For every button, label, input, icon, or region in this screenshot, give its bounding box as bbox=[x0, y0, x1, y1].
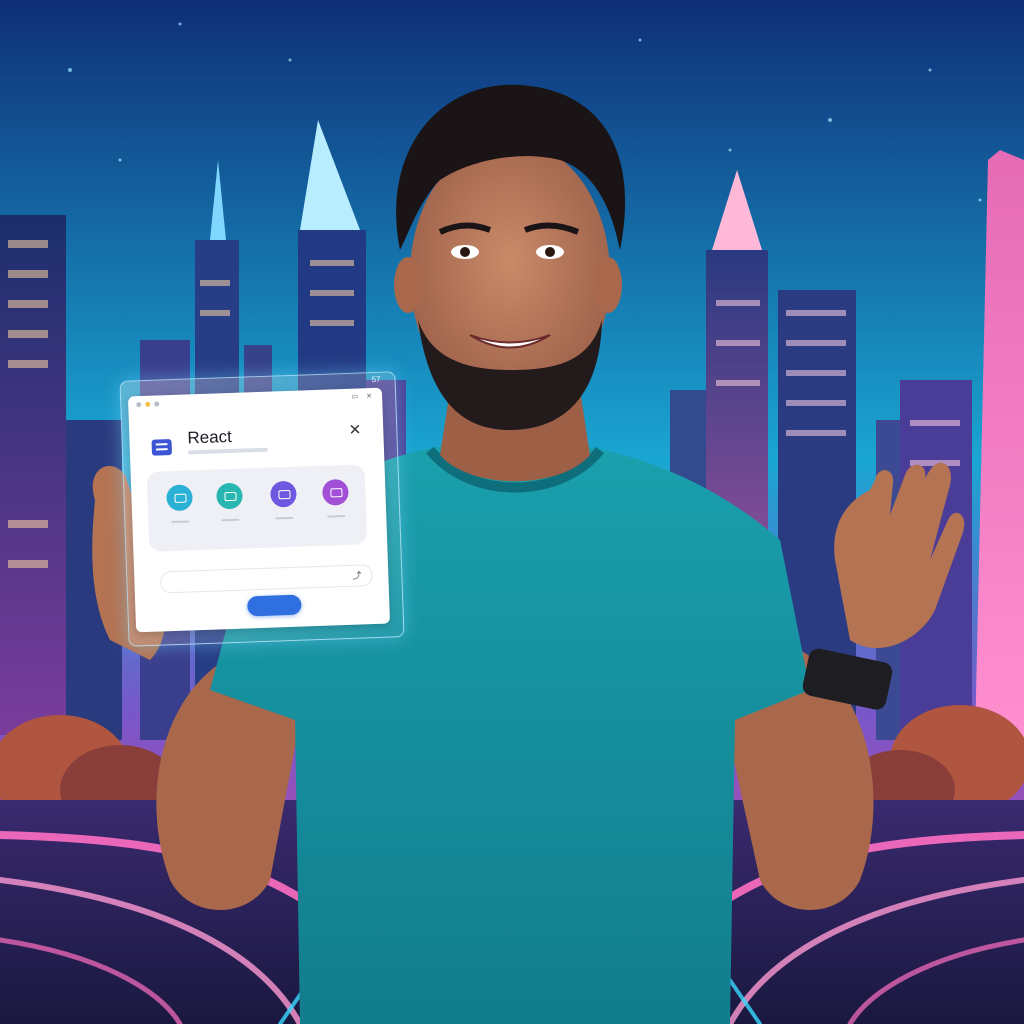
tile-4-icon bbox=[321, 478, 349, 506]
primary-button[interactable] bbox=[247, 594, 302, 617]
tile-3-icon bbox=[270, 480, 297, 508]
window-close-icon[interactable]: ✕ bbox=[366, 392, 372, 400]
window-dot-icon bbox=[136, 402, 142, 408]
right-ear bbox=[594, 257, 622, 313]
search-bar[interactable]: ⤴ bbox=[160, 564, 373, 594]
status-text: 57 bbox=[371, 374, 381, 385]
tile-row bbox=[146, 464, 368, 552]
window-dot-icon bbox=[145, 401, 151, 407]
panel-title: React bbox=[187, 426, 233, 448]
panel-subtitle bbox=[187, 447, 268, 455]
window-controls bbox=[136, 401, 160, 408]
tile-2-icon bbox=[216, 482, 243, 510]
minimize-icon[interactable]: ▭ bbox=[351, 392, 358, 400]
tile-4-sub bbox=[327, 514, 346, 518]
tile-1-icon bbox=[166, 484, 193, 512]
tile-4[interactable] bbox=[315, 478, 356, 518]
panel-controls: ▭ ✕ bbox=[351, 392, 372, 401]
scene: 57 ▭ ✕ React ✕ ⤴ bbox=[0, 0, 1024, 1024]
close-icon[interactable]: ✕ bbox=[348, 421, 361, 438]
app-logo-icon bbox=[151, 439, 173, 456]
left-ear bbox=[394, 257, 422, 313]
arrow-icon[interactable]: ⤴ bbox=[352, 568, 361, 581]
window-dot-icon bbox=[154, 401, 160, 407]
app-panel[interactable]: ▭ ✕ React ✕ ⤴ bbox=[127, 387, 391, 633]
tile-3[interactable] bbox=[263, 480, 304, 520]
tile-1[interactable] bbox=[159, 484, 200, 524]
tile-2-sub bbox=[221, 518, 240, 522]
tile-2[interactable] bbox=[209, 482, 250, 522]
tile-3-sub bbox=[275, 516, 294, 520]
tile-1-sub bbox=[171, 520, 190, 524]
